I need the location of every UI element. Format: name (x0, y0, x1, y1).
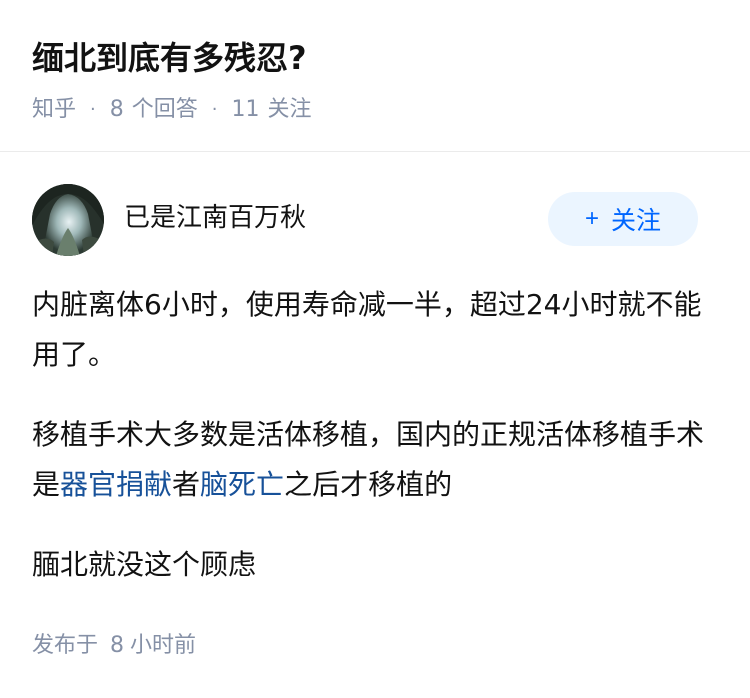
follow-button[interactable]: + 关注 (548, 192, 698, 246)
header-divider (0, 151, 750, 152)
published-unit: 小时前 (130, 633, 197, 658)
separator-dot: · (211, 99, 218, 120)
follow-count-label[interactable]: 关注 (268, 94, 312, 126)
plus-icon: + (584, 205, 599, 232)
answer-paragraph: 移植手术大多数是活体移植，国内的正规活体移植手术是器官捐献者脑死亡之后才移植的 (32, 410, 722, 510)
link-brain-death[interactable]: 脑死亡 (200, 468, 284, 501)
question-title[interactable]: 缅北到底有多残忍? (32, 34, 307, 82)
answer-count: 8 (109, 97, 124, 122)
published-label: 发布于 (32, 633, 99, 658)
link-organ-donation[interactable]: 器官捐献 (60, 468, 172, 501)
source-label[interactable]: 知乎 (32, 94, 76, 126)
answer-paragraph: 腼北就没这个顾虑 (32, 548, 257, 581)
author-name[interactable]: 已是江南百万秋 (124, 200, 306, 236)
publish-time: 发布于 8 小时前 (32, 630, 196, 662)
cave-photo-avatar-icon (32, 184, 104, 256)
paragraph-text: 者 (172, 468, 201, 501)
follow-count: 11 (231, 97, 260, 122)
answer-content: 内脏离体6小时，使用寿命减一半，超过24小时就不能用了。 移植手术大多数是活体移… (32, 280, 722, 620)
follow-button-label: 关注 (611, 207, 662, 235)
question-meta: 知乎 · 8 个回答 · 11 关注 (32, 94, 312, 126)
answer-count-label[interactable]: 个回答 (132, 94, 198, 126)
separator-dot: · (90, 99, 96, 120)
paragraph-text: 之后才移植的 (284, 468, 453, 501)
answer-author: 已是江南百万秋 + 关注 (32, 184, 718, 256)
question-header: 缅北到底有多残忍? 知乎 · 8 个回答 · 11 关注 (0, 0, 750, 150)
avatar[interactable] (32, 184, 104, 256)
published-num: 8 (110, 633, 125, 658)
answer-paragraph: 内脏离体6小时，使用寿命减一半，超过24小时就不能用了。 (32, 288, 702, 371)
